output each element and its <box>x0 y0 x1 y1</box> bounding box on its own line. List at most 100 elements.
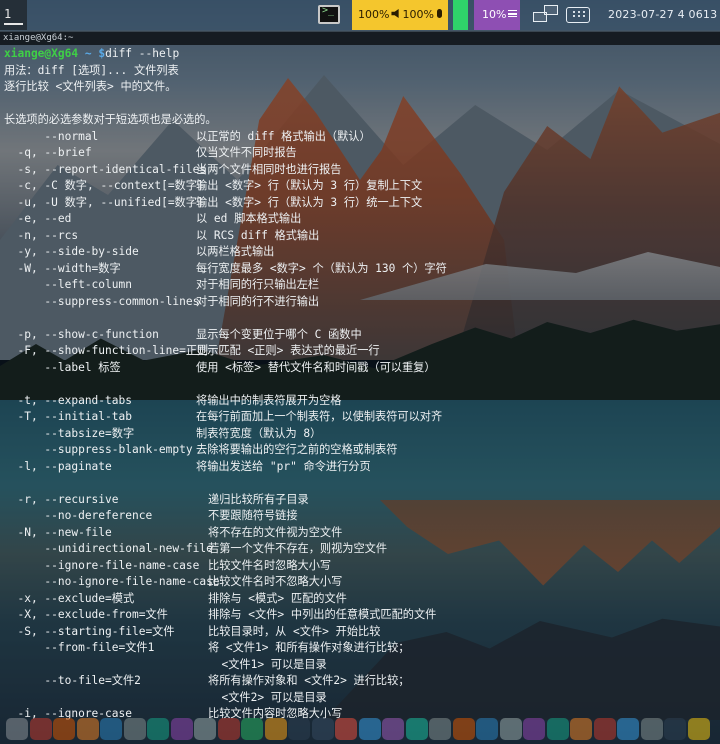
option-flag: --no-dereference <box>4 509 153 522</box>
dock-app-icon[interactable] <box>241 718 263 740</box>
terminal-window[interactable]: xiange@Xg64 ~ $diff --help 用法：diff [选项].… <box>0 46 720 744</box>
audio-status[interactable]: 100% 100% <box>352 0 448 30</box>
dock-app-icon[interactable] <box>429 718 451 740</box>
option-line: -c, -C 数字, --context[=数字]输出 <数字> 行（默认为 3… <box>0 178 720 195</box>
dock-app-icon[interactable] <box>382 718 404 740</box>
option-flag: -c, -C 数字, --context[=数字] <box>4 179 204 192</box>
prompt-user-host: xiange@Xg64 <box>4 47 79 60</box>
option-line: --left-column 对于相同的行只输出左栏 <box>0 277 720 294</box>
dock-app-icon[interactable] <box>100 718 122 740</box>
dock-app-icon[interactable] <box>53 718 75 740</box>
dock-app-icon[interactable] <box>335 718 357 740</box>
option-flag: --normal <box>4 129 99 143</box>
option-flag: --to-file=文件2 <box>4 674 141 687</box>
workspace-number: 1 <box>4 7 12 21</box>
dock-app-icon[interactable] <box>311 718 334 740</box>
dock-app-icon[interactable] <box>405 718 428 740</box>
dock-app-icon[interactable] <box>194 718 216 740</box>
option-description: 以两栏格式输出 <box>196 245 275 258</box>
option-line: -n, --rcs 以 RCS diff 格式输出 <box>0 228 720 245</box>
option-flag: -W, --width=数字 <box>4 261 121 275</box>
dock-app-icon[interactable] <box>147 718 169 740</box>
dock-app-icon[interactable] <box>593 718 616 740</box>
option-flag: -F, --show-function-line=正则 <box>4 344 209 357</box>
option-flag: -e, --ed <box>4 212 72 225</box>
option-line: -F, --show-function-line=正则显示匹配 <正则> 表达式… <box>0 343 720 360</box>
option-line <box>0 475 720 492</box>
option-description: 若第一个文件不存在，则视为空文件 <box>208 542 388 555</box>
option-flag: -n, --rcs <box>4 228 79 242</box>
option-description: 使用 <标签> 替代文件名和时间戳（可以重复） <box>196 360 436 374</box>
intro-line: 长选项的必选参数对于短选项也是必选的。 <box>4 113 217 126</box>
option-line: <文件2> 可以是目录 <box>0 690 720 707</box>
network-icon[interactable] <box>533 4 559 26</box>
option-flag: --tabsize=数字 <box>4 426 135 440</box>
option-line: -W, --width=数字 每行宽度最多 <数字> 个（默认为 130 个）字符 <box>0 261 720 278</box>
dock-app-icon[interactable] <box>264 718 287 740</box>
dock-app-icon[interactable] <box>358 718 381 740</box>
intro-line <box>0 96 720 113</box>
dock-app-icon[interactable] <box>170 718 193 740</box>
option-description: 以 ed 脚本格式输出 <box>196 212 302 225</box>
option-flag: --no-ignore-file-name-case <box>4 575 220 588</box>
mic-value: 100% <box>402 8 434 21</box>
dock-app-icon[interactable] <box>29 718 52 740</box>
dock-app-icon[interactable] <box>288 718 310 740</box>
option-description: 递归比较所有子目录 <box>208 492 309 506</box>
option-flag: -s, --report-identical-files <box>4 162 207 176</box>
brightness-status[interactable]: 10% <box>474 0 520 30</box>
option-description: 将所有操作对象和 <文件2> 进行比较； <box>208 674 410 687</box>
dock-app-icon[interactable] <box>640 718 663 740</box>
dock-app-icon[interactable] <box>664 718 686 740</box>
option-line: -N, --new-file 将不存在的文件视为空文件 <box>0 525 720 542</box>
volume-icon <box>391 9 399 18</box>
dock-app-icon[interactable] <box>523 718 545 740</box>
workspace-indicator[interactable]: 1 <box>0 0 27 30</box>
option-flag: --from-file=文件1 <box>4 641 155 654</box>
dock-app-icon[interactable] <box>499 718 522 740</box>
option-line: -S, --starting-file=文件 比较目录时，从 <文件> 开始比较 <box>0 624 720 641</box>
option-line: -e, --ed 以 ed 脚本格式输出 <box>0 211 720 228</box>
dock-app-icon[interactable] <box>476 718 498 740</box>
menu-icon <box>508 10 518 17</box>
option-line: --to-file=文件2 将所有操作对象和 <文件2> 进行比较； <box>0 673 720 690</box>
dock-app-icon[interactable] <box>76 718 99 740</box>
dock-app-icon[interactable] <box>687 718 710 740</box>
dock-app-icon[interactable] <box>217 718 240 740</box>
clock[interactable]: 2023-07-27 4 0613 <box>608 8 717 21</box>
intro-line: 用法：diff [选项]... 文件列表 <box>4 63 179 77</box>
top-panel: 1 100% 100% 10% 2023-07-27 4 0613 <box>0 0 720 30</box>
option-flag: --suppress-common-lines <box>4 294 200 308</box>
option-line <box>0 310 720 327</box>
option-description: 不要跟随符号链接 <box>208 509 298 522</box>
option-flag: -u, -U 数字, --unified[=数字] <box>4 195 204 209</box>
dock-app-icon[interactable] <box>123 718 146 740</box>
keyboard-icon[interactable] <box>566 7 590 23</box>
option-line: -T, --initial-tab 在每行前面加上一个制表符，以使制表符可以对齐 <box>0 409 720 426</box>
option-description: 去除将要输出的空行之前的空格或制表符 <box>196 443 398 456</box>
dock-app-icon[interactable] <box>617 718 639 740</box>
option-line: --no-dereference 不要跟随符号链接 <box>0 508 720 525</box>
prompt-command: diff --help <box>105 47 180 60</box>
option-line: --ignore-file-name-case 比较文件名时忽略大小写 <box>0 558 720 575</box>
option-line: -x, --exclude=模式 排除与 <模式> 匹配的文件 <box>0 591 720 608</box>
option-description: 每行宽度最多 <数字> 个（默认为 130 个）字符 <box>196 261 447 275</box>
option-description: 当两个文件相同时也进行报告 <box>196 162 342 176</box>
status-indicator-green[interactable] <box>453 0 468 30</box>
option-line: -u, -U 数字, --unified[=数字]输出 <数字> 行（默认为 3… <box>0 195 720 212</box>
option-description: 输出 <数字> 行（默认为 3 行）统一上下文 <box>196 195 423 209</box>
option-line: -y, --side-by-side 以两栏格式输出 <box>0 244 720 261</box>
option-line: --no-ignore-file-name-case比较文件名时不忽略大小写 <box>0 574 720 591</box>
dock-app-icon[interactable] <box>6 718 28 740</box>
terminal-icon[interactable] <box>318 5 340 24</box>
option-description: 将 <文件1> 和所有操作对象进行比较； <box>208 641 410 654</box>
option-flag: -l, --paginate <box>4 459 112 473</box>
option-flag: -X, --exclude-from=文件 <box>4 608 168 621</box>
dock-app-icon[interactable] <box>546 718 569 740</box>
dock-app-icon[interactable] <box>570 718 592 740</box>
dock-app-icon[interactable] <box>452 718 475 740</box>
option-line: --label 标签 使用 <标签> 替代文件名和时间戳（可以重复） <box>0 360 720 377</box>
option-description: 将输出发送给 "pr" 命令进行分页 <box>196 459 371 473</box>
option-description: 对于相同的行不进行输出 <box>196 294 320 308</box>
intro-line: 逐行比较 <文件列表> 中的文件。 <box>4 80 177 93</box>
